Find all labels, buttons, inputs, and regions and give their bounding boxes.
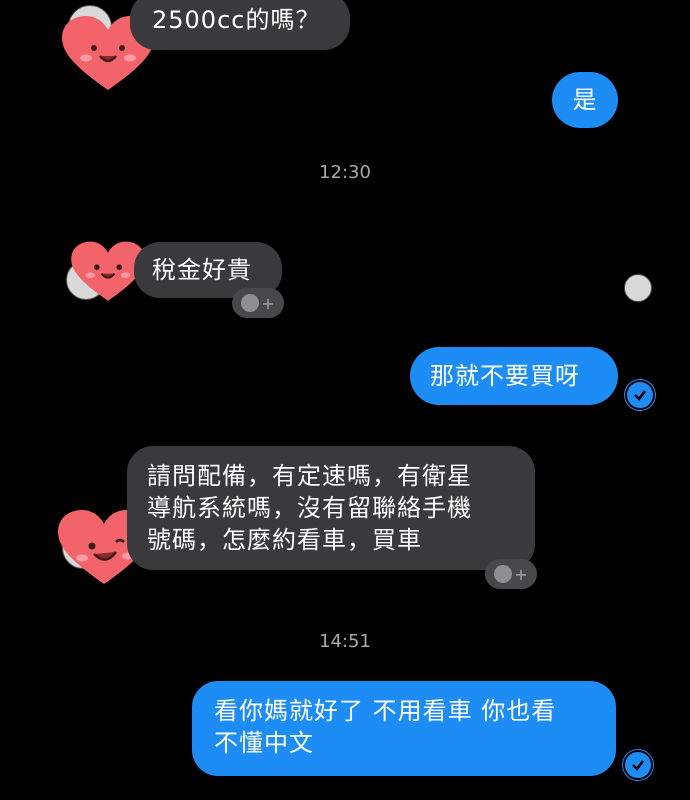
outgoing-message[interactable]: 是 <box>552 72 618 128</box>
timestamp: 12:30 <box>319 162 371 183</box>
add-reaction-button[interactable]: + <box>485 559 537 589</box>
smiley-icon <box>241 294 260 312</box>
plus-icon: + <box>261 293 275 313</box>
read-receipt-avatar <box>624 274 652 302</box>
timestamp: 14:51 <box>319 631 371 652</box>
outgoing-message[interactable]: 那就不要買呀 <box>410 347 618 405</box>
delivered-check-icon <box>625 380 655 410</box>
incoming-message[interactable]: 2500cc的嗎？ <box>130 0 350 50</box>
plus-icon: + <box>514 564 528 584</box>
outgoing-message[interactable]: 看你媽就好了 不用看車 你也看 不懂中文 <box>192 681 616 776</box>
incoming-message[interactable]: 請問配備，有定速嗎，有衛星 導航系統嗎，沒有留聯絡手機 號碼，怎麼約看車，買車 <box>127 446 535 570</box>
smiley-icon <box>494 565 513 583</box>
add-reaction-button[interactable]: + <box>232 288 284 318</box>
delivered-check-icon <box>623 750 653 780</box>
